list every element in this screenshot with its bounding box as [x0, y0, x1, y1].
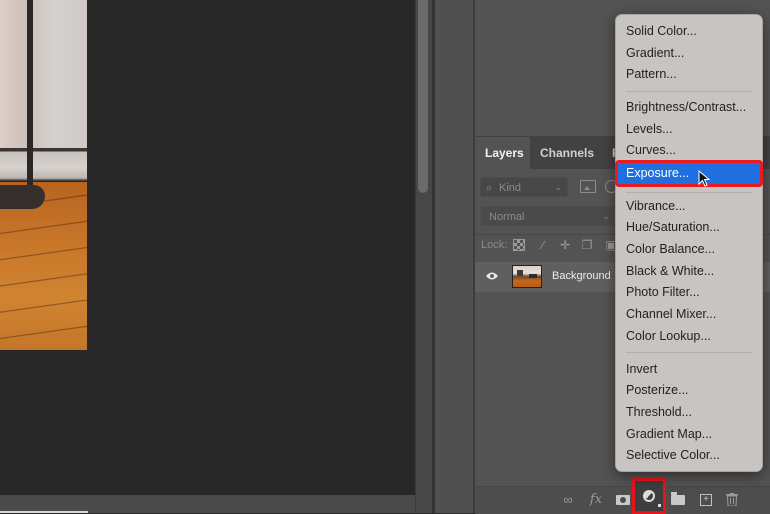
menu-item-brightness-contrast[interactable]: Brightness/Contrast... — [616, 97, 762, 118]
menu-separator — [626, 192, 752, 193]
tab-layers[interactable]: Layers — [475, 137, 530, 169]
image-wall — [0, 0, 87, 150]
lock-artboard-icon[interactable]: ❐ — [581, 239, 593, 251]
image-baseboard — [0, 148, 87, 184]
layer-name: Background — [552, 270, 611, 282]
tab-channels[interactable]: Channels — [530, 137, 602, 169]
submenu-indicator — [658, 504, 661, 507]
menu-item-levels[interactable]: Levels... — [616, 119, 762, 140]
vertical-scrollbar-thumb[interactable] — [418, 0, 428, 193]
adjustment-layer-menu: Solid Color... Gradient... Pattern... Br… — [615, 14, 763, 472]
delete-layer-icon[interactable] — [726, 493, 738, 506]
menu-item-gradient-map[interactable]: Gradient Map... — [616, 424, 762, 445]
chevron-down-icon: ⌄ — [602, 211, 610, 221]
menu-item-hue-saturation[interactable]: Hue/Saturation... — [616, 217, 762, 238]
chevron-down-icon: ⌄ — [554, 182, 562, 192]
image-filter-icon[interactable] — [580, 180, 596, 193]
document-image — [0, 0, 87, 350]
menu-item-pattern[interactable]: Pattern... — [616, 64, 762, 85]
panel-dock-strip — [435, 0, 475, 513]
blend-mode-select[interactable]: Normal ⌄ — [480, 206, 615, 226]
new-layer-icon[interactable]: + — [700, 494, 712, 506]
mouse-cursor-icon — [698, 170, 711, 187]
new-adjustment-layer-icon — [643, 490, 655, 502]
link-layers-icon[interactable]: ∞ — [559, 493, 577, 507]
filter-kind-label: Kind — [499, 182, 522, 194]
menu-item-selective-color[interactable]: Selective Color... — [616, 445, 762, 466]
menu-item-solid-color[interactable]: Solid Color... — [616, 21, 762, 42]
blend-mode-value: Normal — [489, 211, 525, 223]
new-group-icon[interactable] — [671, 492, 685, 505]
menu-item-black-white[interactable]: Black & White... — [616, 261, 762, 282]
add-mask-icon[interactable] — [616, 495, 630, 505]
lock-image-pixels-icon[interactable]: ∕ — [537, 239, 549, 251]
menu-item-vibrance[interactable]: Vibrance... — [616, 196, 762, 217]
menu-item-color-lookup[interactable]: Color Lookup... — [616, 326, 762, 347]
layers-panel-footer: ∞ fx + — [475, 478, 770, 514]
horizontal-scrollbar[interactable] — [0, 495, 432, 513]
new-adjustment-layer-button[interactable] — [632, 478, 666, 514]
search-icon: ⌕ — [486, 182, 493, 194]
menu-item-threshold[interactable]: Threshold... — [616, 402, 762, 423]
menu-item-curves[interactable]: Curves... — [616, 140, 762, 161]
document-canvas[interactable] — [0, 0, 415, 495]
visibility-eye-icon[interactable] — [485, 271, 499, 281]
image-lamp-pole — [27, 0, 33, 195]
layer-thumbnail — [512, 265, 542, 288]
lock-label: Lock: — [481, 239, 508, 251]
menu-item-gradient[interactable]: Gradient... — [616, 43, 762, 64]
filter-kind-select[interactable]: ⌕ Kind ⌄ — [480, 177, 568, 197]
lock-transparent-pixels-icon[interactable] — [513, 239, 525, 251]
menu-item-posterize[interactable]: Posterize... — [616, 380, 762, 401]
menu-item-channel-mixer[interactable]: Channel Mixer... — [616, 304, 762, 325]
menu-item-photo-filter[interactable]: Photo Filter... — [616, 282, 762, 303]
menu-separator — [626, 91, 752, 92]
fx-icon[interactable]: fx — [588, 493, 604, 507]
menu-item-color-balance[interactable]: Color Balance... — [616, 239, 762, 260]
lock-position-icon[interactable]: ✛ — [559, 239, 571, 251]
menu-item-invert[interactable]: Invert — [616, 359, 762, 380]
menu-item-exposure[interactable]: Exposure... — [615, 160, 763, 187]
image-lamp-base — [0, 185, 45, 209]
menu-separator — [626, 352, 752, 353]
